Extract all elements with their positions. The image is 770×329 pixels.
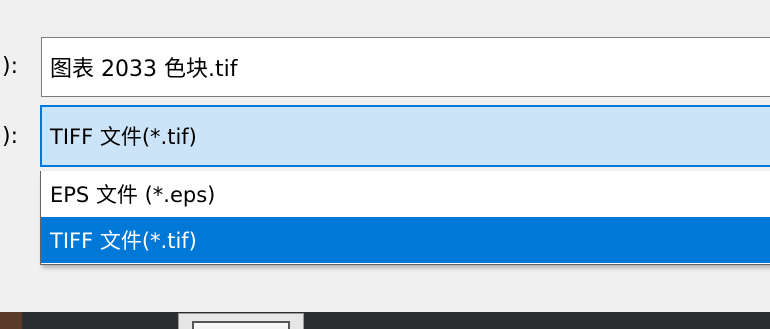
window-thumbnail-icon [192, 321, 290, 329]
file-type-selected-value: TIFF 文件(*.tif) [50, 125, 197, 149]
file-type-option-tiff[interactable]: TIFF 文件(*.tif) [41, 217, 770, 263]
file-name-value: 图表 2033 色块.tif [50, 57, 238, 82]
file-type-select[interactable]: TIFF 文件(*.tif) [40, 105, 770, 167]
file-type-label: ): [2, 124, 18, 149]
file-name-input[interactable]: 图表 2033 色块.tif [41, 37, 770, 97]
file-type-option-eps[interactable]: EPS 文件 (*.eps) [41, 171, 770, 217]
taskbar [0, 312, 770, 329]
option-label: EPS 文件 (*.eps) [50, 183, 216, 207]
file-name-label: ): [2, 54, 18, 79]
option-label: TIFF 文件(*.tif) [50, 229, 197, 253]
file-type-dropdown-list: EPS 文件 (*.eps) TIFF 文件(*.tif) [40, 171, 770, 265]
taskbar-accent [0, 312, 22, 329]
